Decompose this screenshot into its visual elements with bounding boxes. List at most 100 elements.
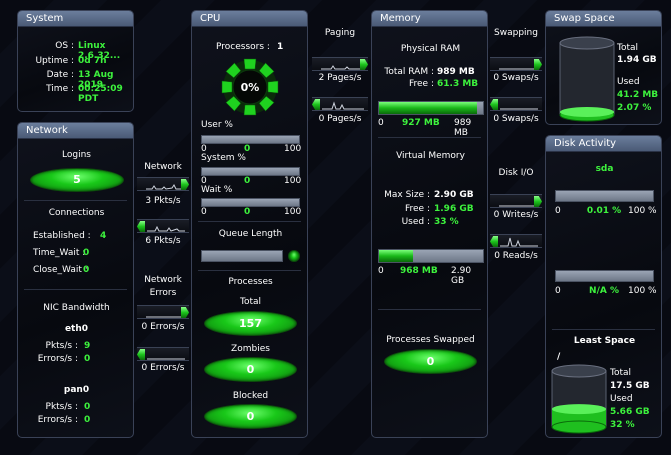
- queue-length-bar: [201, 250, 283, 262]
- os-label: OS :: [55, 41, 74, 51]
- free-ram-label: Free :: [409, 79, 434, 89]
- processes-swapped-value: 0: [426, 355, 435, 368]
- pan0-pkts-label: Pkts/s :: [45, 402, 78, 412]
- least-total-value: 17.5 GB: [610, 381, 650, 391]
- reads-graph: [490, 234, 542, 248]
- swapping-label: Swapping: [494, 28, 538, 38]
- virtual-max: 2.90 GB: [451, 266, 472, 286]
- arrow-right-icon: [360, 59, 368, 70]
- virtual-memory-bar: [378, 249, 484, 263]
- reads-rate: 0 Reads/s: [494, 251, 538, 261]
- max-size-value: 2.90 GB: [434, 190, 474, 200]
- physical-ram-label: Physical RAM: [400, 44, 461, 54]
- reads-sparkline: [500, 237, 538, 247]
- close-wait-value: 0: [83, 265, 90, 275]
- processors-value: 1: [277, 42, 284, 52]
- arrow-right-icon: [534, 196, 542, 207]
- page-in-graph: [312, 57, 368, 71]
- eth0-name: eth0: [64, 324, 89, 334]
- disk-busy-bar-1: [555, 190, 654, 202]
- eth0-errors-label: Errors/s :: [37, 354, 78, 364]
- system-panel: System OS : Linux 2.6.32... Uptime : 0d …: [17, 10, 134, 112]
- network-panel: Network Logins 5 Connections Established…: [17, 122, 134, 438]
- system-scale-max: 100: [284, 176, 302, 186]
- system-percent-bar: [201, 167, 300, 176]
- writes-rate: 0 Writes/s: [493, 210, 539, 220]
- virtual-memory-label: Virtual Memory: [396, 151, 465, 161]
- least-used-percent: 32 %: [610, 420, 635, 430]
- disk-bar2-min: 0: [555, 286, 561, 296]
- network-panel-title: Network: [18, 123, 133, 139]
- physical-ram-bar: [378, 101, 484, 115]
- disk-bar1-max: 100 %: [628, 206, 657, 216]
- established-value: 4: [100, 231, 107, 241]
- swap-space-panel: Swap Space Total 1.94 GB Used 41.2 MB 2.…: [545, 10, 662, 125]
- separator: [24, 200, 127, 201]
- nic-bandwidth-label: NIC Bandwidth: [43, 303, 110, 313]
- wait-percent-label: Wait %: [201, 185, 233, 195]
- date-label: Date :: [46, 70, 74, 80]
- free-ram-value: 61.3 MB: [437, 79, 479, 89]
- processes-swapped-label: Processes Swapped: [386, 335, 475, 345]
- disk-bar1-value: 0.01 %: [586, 206, 622, 216]
- network-out-graph: [137, 219, 189, 233]
- time-label: Time :: [46, 84, 74, 94]
- eth0-errors-value: 0: [84, 354, 91, 364]
- blocked-label: Blocked: [232, 391, 269, 401]
- disk-bar2-value: N/A %: [589, 286, 619, 296]
- swap-total-label: Total: [617, 43, 639, 53]
- writes-graph: [490, 194, 542, 208]
- errors-in-graph: [137, 305, 189, 319]
- least-space-cylinder-gauge: [551, 364, 607, 434]
- total-ram-value: 989 MB: [437, 67, 475, 77]
- disk-device-name: sda: [595, 164, 614, 174]
- physical-ram-max: 989 MB: [454, 118, 472, 138]
- writes-sparkline: [499, 205, 535, 207]
- disk-activity-panel-title: Disk Activity: [546, 136, 661, 152]
- eth0-pkts-value: 9: [84, 341, 91, 351]
- least-space-label: Least Space: [573, 336, 636, 346]
- swap-space-panel-title: Swap Space: [546, 11, 661, 27]
- physical-ram-min: 0: [378, 118, 384, 128]
- cpu-usage-percent: 0%: [240, 81, 260, 94]
- least-used-label: Used: [610, 394, 633, 404]
- max-size-label: Max Size :: [384, 190, 430, 200]
- virtual-min: 0: [378, 266, 384, 276]
- network-in-rate: 3 Pkts/s: [145, 196, 181, 206]
- processes-swapped-indicator: 0: [384, 349, 477, 374]
- user-percent-bar: [201, 135, 300, 144]
- page-out-graph: [312, 97, 368, 111]
- errors-in-rate: 0 Errors/s: [141, 322, 185, 332]
- cpu-panel-title: CPU: [192, 11, 307, 27]
- virtual-free-label: Free :: [405, 204, 430, 214]
- blocked-value: 0: [246, 410, 255, 423]
- system-percent-label: System %: [201, 153, 246, 163]
- arrow-right-icon: [534, 59, 542, 70]
- page-in-sparkline: [321, 65, 361, 70]
- page-out-sparkline: [322, 101, 364, 110]
- pan0-errors-label: Errors/s :: [37, 415, 78, 425]
- separator: [552, 329, 655, 330]
- zombies-indicator: 0: [204, 357, 297, 382]
- swap-liquid-top: [560, 107, 614, 117]
- virtual-memory-fill: [379, 250, 414, 262]
- blocked-indicator: 0: [204, 404, 297, 429]
- swap-out-graph: [490, 97, 542, 111]
- network-errors-label-2: Errors: [149, 288, 177, 298]
- errors-out-graph: [137, 347, 189, 361]
- virtual-used: 968 MB: [400, 266, 438, 276]
- processes-label: Processes: [228, 277, 273, 287]
- paging-label: Paging: [324, 28, 356, 38]
- uptime-value: 0d 7h: [78, 56, 107, 66]
- network-in-graph: [137, 177, 189, 191]
- system-scale-value: 0: [244, 176, 251, 186]
- total-processes-indicator: 157: [204, 311, 297, 336]
- network-out-sparkline: [147, 225, 185, 232]
- virtual-used-label: Used :: [401, 217, 430, 227]
- least-used-value: 5.66 GB: [610, 407, 650, 417]
- swap-out-sparkline: [500, 108, 538, 110]
- errors-out-rate: 0 Errors/s: [141, 363, 185, 373]
- separator: [378, 137, 481, 138]
- disk-bar2-max: 100 %: [628, 286, 657, 296]
- wait-scale-min: 0: [201, 207, 207, 217]
